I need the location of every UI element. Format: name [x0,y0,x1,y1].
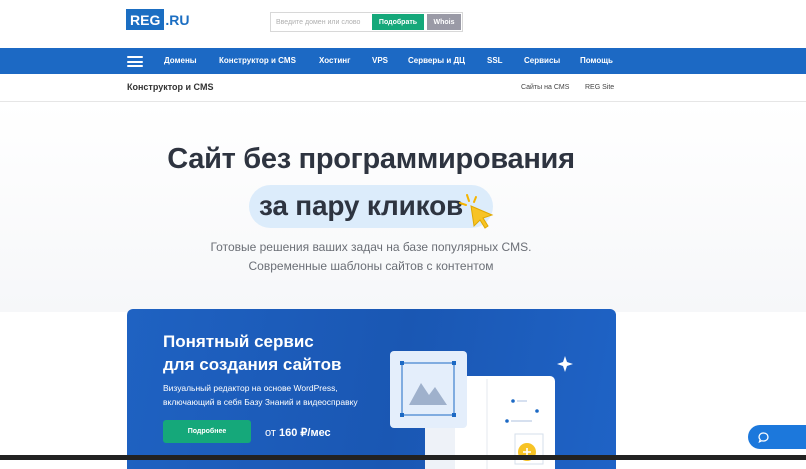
promo-desc-line1: Визуальный редактор на основе WordPress, [163,383,338,393]
more-button[interactable]: Подробнее [163,420,251,443]
sparkle-icon [557,356,573,372]
promo-title: Понятный сервис для создания сайтов [163,330,403,376]
price-value: 160 ₽/мес [278,427,331,439]
price: от 160 ₽/мес [265,426,331,439]
whois-button[interactable]: Whois [427,14,461,30]
hero-subtitle-line1: Готовые решения ваших задач на базе попу… [210,240,532,254]
sub-link-cms-sites[interactable]: Сайты на CMS [521,84,569,91]
sub-link-reg-site[interactable]: REG Site [585,84,614,91]
nav-item-constructor[interactable]: Конструктор и CMS [219,48,296,74]
sub-nav: Конструктор и CMS Сайты на CMS REG Site [0,74,806,102]
nav-item-servers[interactable]: Серверы и ДЦ [408,48,465,74]
logo-ru: .RU [165,11,190,28]
promo-card: Понятный сервис для создания сайтов Визу… [127,309,616,469]
promo-desc-line2: включающий в себя Базу Знаний и видеоспр… [163,397,358,407]
domain-search: Подобрать Whois [270,12,463,32]
nav-item-vps[interactable]: VPS [372,48,388,74]
domain-search-input[interactable] [271,13,371,31]
editor-illustration [390,351,573,469]
hero-title: Сайт без программирования [167,143,575,175]
hero-highlight: за пару кликов [259,190,463,221]
price-prefix: от [265,427,276,439]
nav-item-hosting[interactable]: Хостинг [319,48,350,74]
promo-title-line2: для создания сайтов [163,355,342,374]
click-cursor-icon [459,194,494,229]
hero-subtitle-line2: Современные шаблоны сайтов с контентом [248,259,494,273]
logo-box: REG [126,9,165,30]
promo-title-line1: Понятный сервис [163,332,314,351]
nav-item-ssl[interactable]: SSL [487,48,503,74]
nav-item-services[interactable]: Сервисы [524,48,560,74]
pick-domain-button[interactable]: Подобрать [372,14,424,30]
chat-button[interactable] [748,425,806,449]
burger-icon[interactable] [127,56,143,67]
chat-icon [758,431,769,443]
section-title[interactable]: Конструктор и CMS [127,82,214,92]
nav-item-help[interactable]: Помощь [580,48,613,74]
nav-item-domains[interactable]: Домены [164,48,197,74]
main-nav: Домены Конструктор и CMS Хостинг VPS Сер… [0,48,806,74]
logo[interactable]: REG .RU [126,9,189,30]
promo-description: Визуальный редактор на основе WordPress,… [163,381,393,409]
top-header: REG .RU Подобрать Whois [0,0,806,48]
browser-bottom-strip [0,455,806,460]
